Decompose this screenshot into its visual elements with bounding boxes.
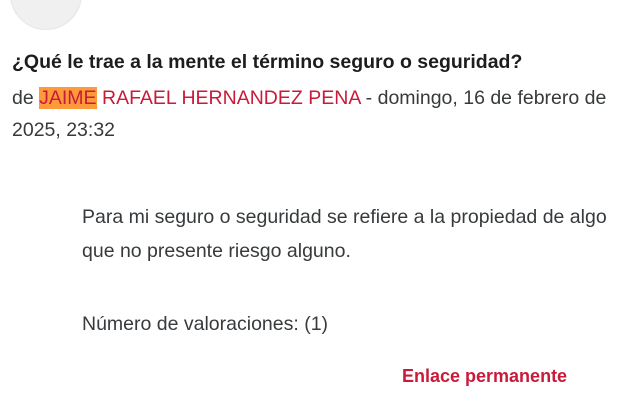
post-message: Para mi seguro o seguridad se refiere a … xyxy=(82,206,607,262)
author-link[interactable]: JAIME RAFAEL HERNANDEZ PENA xyxy=(39,87,360,109)
date-separator: - xyxy=(365,87,373,109)
forum-post: ¿Qué le trae a la mente el término segur… xyxy=(0,0,631,403)
author-name-rest: RAFAEL HERNANDEZ PENA xyxy=(101,87,361,109)
post-byline: de JAIME RAFAEL HERNANDEZ PENA - domingo… xyxy=(12,82,612,146)
ratings-label: Número de valoraciones: xyxy=(82,313,299,335)
ratings-count: (1) xyxy=(304,313,329,335)
post-subject: ¿Qué le trae a la mente el término segur… xyxy=(12,51,523,73)
ratings-summary: Número de valoraciones: (1) xyxy=(82,307,328,341)
permalink-link[interactable]: Enlace permanente xyxy=(402,362,567,390)
byline-prefix: de xyxy=(12,87,34,109)
author-highlight: JAIME xyxy=(39,87,97,109)
avatar[interactable] xyxy=(10,0,82,30)
post-content: Para mi seguro o seguridad se refiere a … xyxy=(82,200,622,268)
